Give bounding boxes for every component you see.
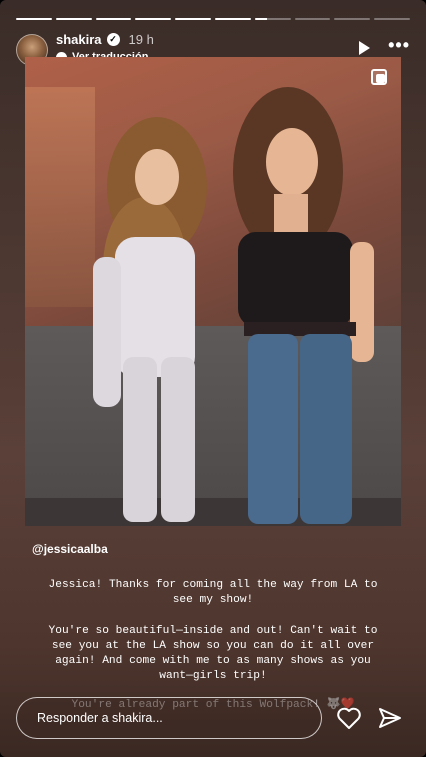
copy-multiple-icon xyxy=(371,69,387,85)
story-progress-bar xyxy=(16,18,410,20)
progress-segment xyxy=(374,18,410,20)
person-right-figure xyxy=(233,87,374,524)
progress-segment xyxy=(294,18,331,20)
progress-segment xyxy=(16,18,52,20)
user-info[interactable]: shakira ✓ 19 h xyxy=(56,32,154,47)
verified-badge-icon: ✓ xyxy=(106,33,120,46)
progress-segment xyxy=(214,18,251,20)
caption-paragraph: You're so beautiful—inside and out! Can'… xyxy=(48,625,378,682)
more-options-icon[interactable]: ••• xyxy=(388,35,410,55)
progress-segment xyxy=(175,18,211,20)
username[interactable]: shakira xyxy=(56,32,102,47)
send-paper-plane-icon[interactable] xyxy=(378,706,402,730)
person-left-figure xyxy=(93,117,207,522)
reply-bar xyxy=(16,697,322,739)
play-icon[interactable] xyxy=(359,41,370,55)
story-photo xyxy=(25,57,401,526)
story-viewer: shakira ✓ 19 h Ver traducción ••• xyxy=(0,0,426,757)
progress-segment xyxy=(334,18,371,20)
reply-input[interactable] xyxy=(16,697,322,739)
timestamp: 19 h xyxy=(128,32,154,47)
progress-segment xyxy=(135,18,172,20)
mention-tag[interactable]: @jessicaalba xyxy=(32,542,108,556)
progress-segment-current xyxy=(254,18,291,20)
heart-icon[interactable] xyxy=(336,706,362,730)
progress-segment xyxy=(95,18,132,20)
caption-paragraph: Jessica! Thanks for coming all the way f… xyxy=(48,579,378,606)
progress-segment xyxy=(55,18,92,20)
